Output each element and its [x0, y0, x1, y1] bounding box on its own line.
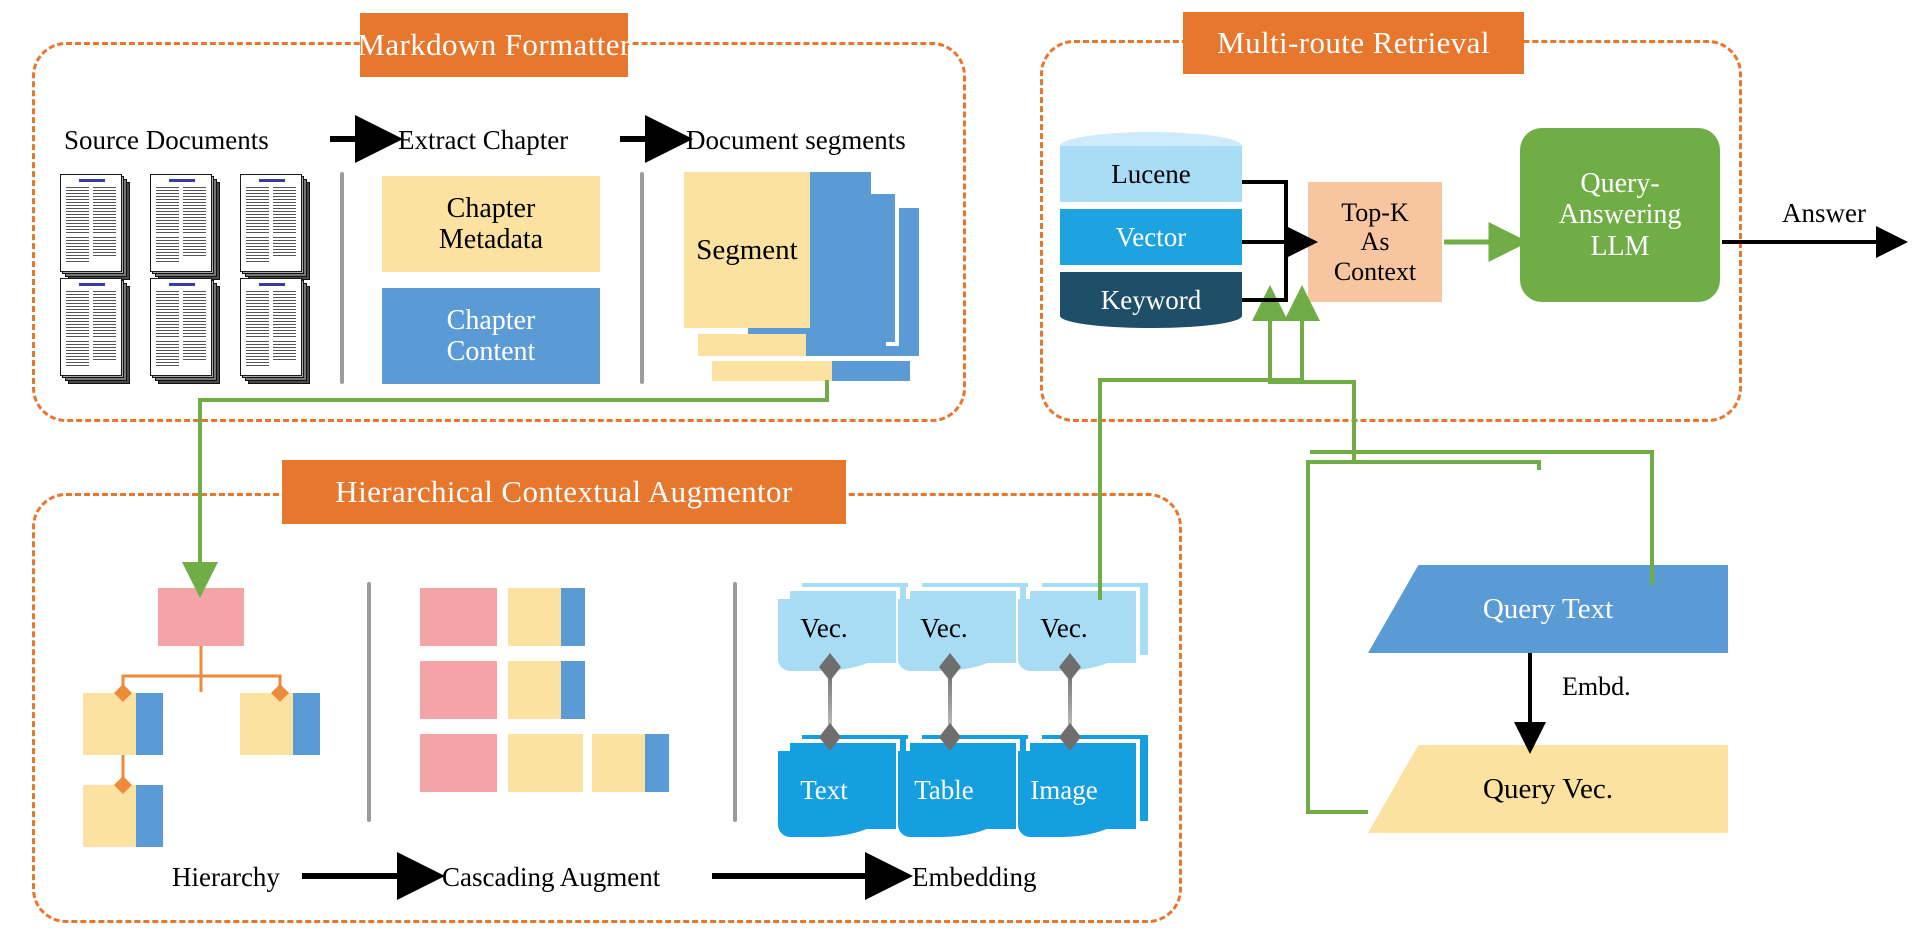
hierarchy-grandchild: [83, 785, 163, 847]
source-document-stack: [150, 278, 222, 386]
answer-label: Answer: [1782, 198, 1866, 228]
embedding-pair-image: Vec. Image: [1018, 579, 1152, 843]
source-document-stack: [240, 278, 312, 386]
chapter-metadata-block: Chapter Metadata: [382, 176, 600, 272]
stage-label-embedding: Embedding: [912, 862, 1037, 892]
stage-label-hierarchy: Hierarchy: [172, 862, 280, 892]
hierarchy-root-node: [158, 588, 244, 646]
separator-extract-segments: [640, 172, 644, 384]
top-k-context-block: Top-K As Context: [1308, 182, 1442, 302]
cascading-row-1: [420, 588, 660, 646]
top-k-line1: Top-K: [1341, 198, 1409, 228]
chapter-metadata-line2: Metadata: [438, 224, 544, 255]
table-card-label: Table: [914, 775, 974, 805]
stage-label-document-segments: Document segments: [686, 125, 906, 155]
hierarchy-child-left: [83, 693, 163, 755]
query-answering-llm-block: Query- Answering LLM: [1520, 128, 1720, 302]
database-segment-lucene: Lucene: [1060, 146, 1242, 202]
embed-label: Embd.: [1562, 672, 1631, 701]
source-document-stack: [150, 174, 222, 282]
separator-source-extract: [340, 172, 344, 384]
source-document-stack: [60, 174, 132, 282]
segment-strip-2: [712, 361, 832, 381]
vec-card-label: Vec.: [920, 613, 968, 643]
stage-label-cascading-augment: Cascading Augment: [442, 862, 661, 892]
query-text-label: Query Text: [1482, 592, 1614, 625]
segment-strip-1-blue: [806, 334, 886, 356]
multi-route-retrieval-title: Multi-route Retrieval: [1183, 12, 1524, 74]
chapter-content-block: Chapter Content: [382, 288, 600, 384]
database-segment-vector: Vector: [1060, 209, 1242, 265]
segment-front-blue: [808, 172, 871, 328]
llm-line3: LLM: [1590, 230, 1650, 262]
source-document-stack: [60, 278, 132, 386]
segment-front-card: Segment: [684, 172, 810, 328]
llm-line1: Query-: [1580, 167, 1660, 199]
segment-strip-1: [698, 334, 806, 356]
segment-stack: Segment: [684, 172, 974, 381]
segment-strip-2-blue: [832, 361, 910, 381]
separator-hierarchy-cascading: [367, 582, 371, 822]
stage-label-extract-chapter: Extract Chapter: [398, 125, 569, 155]
vec-card-label: Vec.: [1040, 613, 1088, 643]
multi-index-database: Lucene Vector Keyword: [1060, 132, 1242, 328]
top-k-line2: As: [1360, 227, 1390, 257]
source-document-stack: [240, 174, 312, 282]
chapter-metadata-line1: Chapter: [446, 192, 536, 224]
separator-cascading-embedding: [733, 582, 737, 822]
cascading-row-2: [420, 661, 660, 719]
query-vec-label: Query Vec.: [1483, 772, 1613, 805]
text-card-label: Text: [800, 775, 848, 805]
llm-line2: Answering: [1558, 199, 1682, 231]
hierarchy-child-right: [240, 693, 320, 755]
chapter-content-line2: Content: [446, 336, 536, 367]
cascading-row-3: [420, 734, 669, 792]
image-card-label: Image: [1030, 775, 1098, 805]
stage-label-source-documents: Source Documents: [64, 125, 269, 155]
query-text-shape: Query Text: [1368, 565, 1728, 653]
query-vec-shape: Query Vec.: [1368, 745, 1728, 833]
markdown-formatter-title: Markdown Formatter: [357, 13, 630, 77]
chapter-content-line1: Chapter: [446, 304, 536, 336]
database-segment-keyword: Keyword: [1060, 272, 1242, 328]
top-k-line3: Context: [1333, 256, 1417, 286]
vec-card-label: Vec.: [800, 613, 848, 643]
hierarchical-augmentor-title: Hierarchical Contextual Augmentor: [282, 460, 846, 524]
